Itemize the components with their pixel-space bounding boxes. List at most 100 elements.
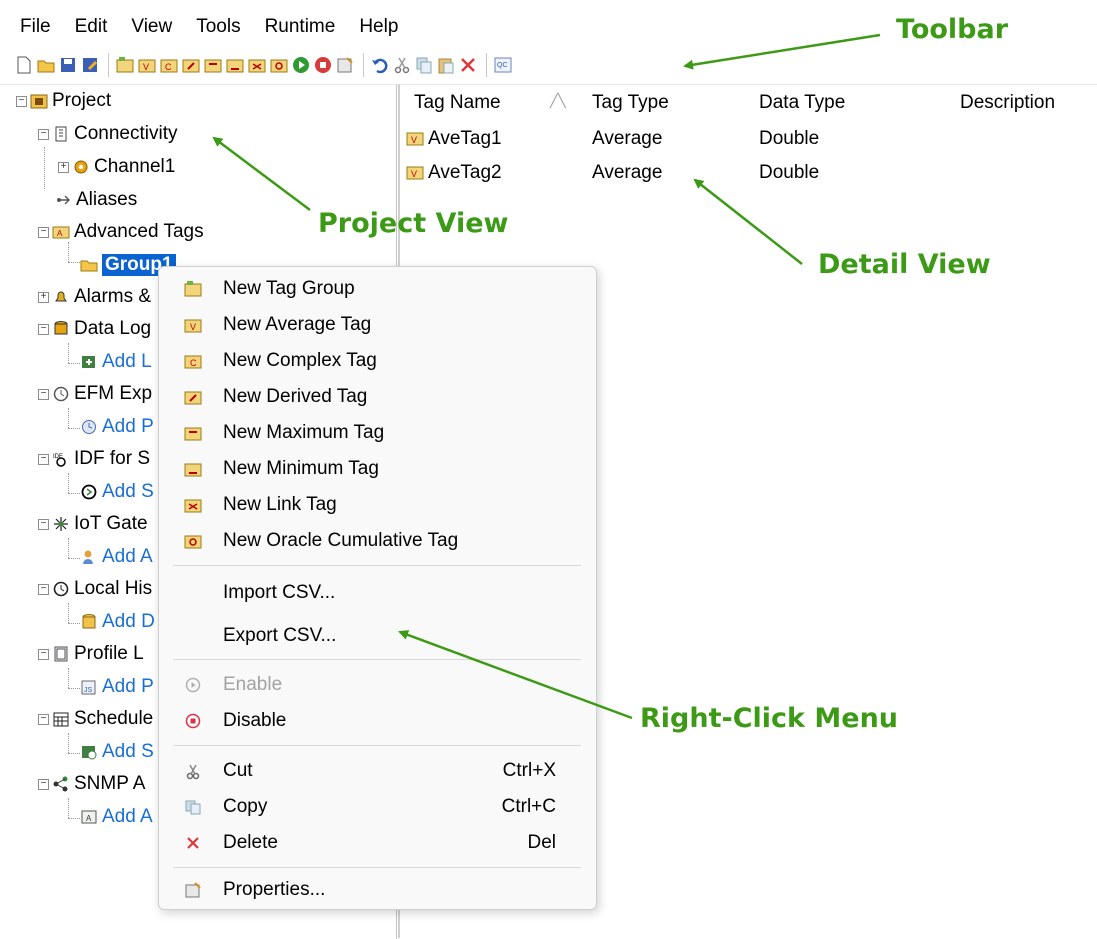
- disable-runtime-icon[interactable]: [313, 55, 333, 75]
- collapse-toggle[interactable]: −: [38, 128, 49, 140]
- tree-item-scheduler[interactable]: − Schedule: [38, 704, 153, 734]
- table-row[interactable]: V AveTag2 Average Double: [400, 157, 1097, 191]
- tree-connector: [68, 623, 80, 624]
- menu-item-new-derived-tag[interactable]: New Derived Tag: [159, 380, 596, 414]
- menu-item-new-minimum-tag[interactable]: New Minimum Tag: [159, 452, 596, 486]
- expand-toggle[interactable]: +: [38, 291, 49, 303]
- menu-item-new-oracle-cumulative-tag[interactable]: New Oracle Cumulative Tag: [159, 524, 596, 558]
- menu-view[interactable]: View: [119, 16, 184, 38]
- sort-ascending-icon: ╱╲: [550, 93, 566, 108]
- tree-item-data-logger[interactable]: − Data Log: [38, 314, 151, 344]
- annotation-toolbar: Toolbar: [896, 14, 1009, 45]
- tree-item-add-snmp[interactable]: A Add A: [80, 802, 153, 832]
- new-oracle-cumulative-tag-icon[interactable]: [269, 55, 289, 75]
- tree-item-iot-gateway[interactable]: − IoT Gate: [38, 509, 148, 539]
- tree-item-connectivity[interactable]: − Connectivity: [38, 119, 178, 149]
- new-average-tag-icon[interactable]: V: [137, 55, 157, 75]
- tree-item-efm[interactable]: − EFM Exp: [38, 379, 152, 409]
- menu-edit[interactable]: Edit: [63, 16, 120, 38]
- tree-item-add-log-group[interactable]: Add L: [80, 347, 152, 377]
- tree-item-idf[interactable]: − IDF IDF for S: [38, 444, 150, 474]
- collapse-toggle[interactable]: −: [38, 323, 49, 335]
- menu-runtime[interactable]: Runtime: [253, 16, 348, 38]
- tree-item-snmp-agent[interactable]: − SNMP A: [38, 769, 145, 799]
- save-as-icon[interactable]: [80, 55, 100, 75]
- tree-item-channel1[interactable]: + Channel1: [58, 152, 175, 182]
- tree-item-add-historian[interactable]: Add D: [80, 607, 155, 637]
- cut-icon[interactable]: [392, 55, 412, 75]
- menu-file[interactable]: File: [0, 16, 63, 38]
- quick-client-icon[interactable]: QC: [493, 55, 513, 75]
- tree-item-add-iot[interactable]: Add A: [80, 542, 153, 572]
- tag-type-cell: Average: [592, 128, 663, 149]
- tree-connector: [68, 408, 69, 428]
- paste-icon[interactable]: [436, 55, 456, 75]
- menu-item-copy[interactable]: Copy Ctrl+C: [159, 790, 596, 824]
- column-header-description[interactable]: Description: [960, 92, 1055, 114]
- svg-text:V: V: [143, 62, 149, 72]
- delete-icon[interactable]: [458, 55, 478, 75]
- collapse-toggle[interactable]: −: [38, 583, 49, 595]
- column-header-data-type[interactable]: Data Type: [759, 92, 845, 114]
- tree-item-aliases[interactable]: Aliases: [54, 185, 137, 215]
- menu-item-new-average-tag[interactable]: V New Average Tag: [159, 308, 596, 342]
- data-type-cell: Double: [759, 162, 820, 183]
- tree-item-add-schedule[interactable]: Add S: [80, 737, 154, 767]
- collapse-toggle[interactable]: −: [38, 648, 49, 660]
- tree-connector: [68, 798, 69, 818]
- new-maximum-tag-icon[interactable]: [203, 55, 223, 75]
- menu-help[interactable]: Help: [347, 16, 410, 38]
- expand-toggle[interactable]: +: [58, 161, 69, 173]
- enable-runtime-icon[interactable]: [291, 55, 311, 75]
- new-complex-tag-icon[interactable]: C: [159, 55, 179, 75]
- new-project-icon[interactable]: [14, 55, 34, 75]
- menu-item-new-link-tag[interactable]: New Link Tag: [159, 488, 596, 522]
- menu-tools[interactable]: Tools: [184, 16, 252, 38]
- tree-item-profile-library[interactable]: − Profile L: [38, 639, 144, 669]
- menu-item-import-csv[interactable]: Import CSV...: [159, 576, 596, 610]
- column-header-tag-name[interactable]: Tag Name: [414, 92, 501, 114]
- tree-item-add-idf[interactable]: Add S: [80, 477, 154, 507]
- menu-item-delete[interactable]: Delete Del: [159, 826, 596, 860]
- menu-item-new-complex-tag[interactable]: C New Complex Tag: [159, 344, 596, 378]
- save-icon[interactable]: [58, 55, 78, 75]
- data-logger-icon: [52, 320, 70, 338]
- new-minimum-tag-icon[interactable]: [225, 55, 245, 75]
- collapse-toggle[interactable]: −: [38, 713, 49, 725]
- collapse-toggle[interactable]: −: [16, 95, 27, 107]
- menu-item-new-maximum-tag[interactable]: New Maximum Tag: [159, 416, 596, 450]
- collapse-toggle[interactable]: −: [38, 388, 49, 400]
- tree-item-project[interactable]: − Project: [16, 86, 111, 116]
- tree-label: Project: [52, 90, 112, 111]
- menu-item-disable[interactable]: Disable: [159, 704, 596, 738]
- tree-item-add-efm[interactable]: Add P: [80, 412, 154, 442]
- menu-item-new-tag-group[interactable]: New Tag Group: [159, 272, 596, 306]
- menu-item-cut[interactable]: Cut Ctrl+X: [159, 754, 596, 788]
- tree-item-advanced-tags[interactable]: − A Advanced Tags: [38, 217, 204, 247]
- collapse-toggle[interactable]: −: [38, 518, 49, 530]
- open-project-icon[interactable]: [36, 55, 56, 75]
- add-splunk-icon: [80, 483, 98, 501]
- column-header-tag-type[interactable]: Tag Type: [592, 92, 669, 114]
- tree-item-add-profile[interactable]: JS Add P: [80, 672, 154, 702]
- tree-connector: [68, 733, 69, 753]
- tree-label: Advanced Tags: [74, 221, 204, 242]
- tree-item-alarms[interactable]: + Alarms &: [38, 282, 151, 312]
- undo-icon[interactable]: [370, 55, 390, 75]
- tree-connector: [68, 818, 80, 819]
- collapse-toggle[interactable]: −: [38, 226, 49, 238]
- collapse-toggle[interactable]: −: [38, 453, 49, 465]
- tree-connector: [68, 538, 69, 558]
- collapse-toggle[interactable]: −: [38, 778, 49, 790]
- table-row[interactable]: V AveTag1 Average Double: [400, 123, 1097, 157]
- tree-item-local-historian[interactable]: − Local His: [38, 574, 152, 604]
- properties-icon[interactable]: [335, 55, 355, 75]
- new-tag-group-icon[interactable]: [115, 55, 135, 75]
- copy-icon[interactable]: [414, 55, 434, 75]
- add-schedule-icon: [80, 743, 98, 761]
- menu-item-export-csv[interactable]: Export CSV...: [159, 619, 596, 653]
- new-link-tag-icon[interactable]: [247, 55, 267, 75]
- new-derived-tag-icon[interactable]: [181, 55, 201, 75]
- svg-text:V: V: [411, 135, 417, 145]
- menu-item-properties[interactable]: Properties...: [159, 873, 596, 907]
